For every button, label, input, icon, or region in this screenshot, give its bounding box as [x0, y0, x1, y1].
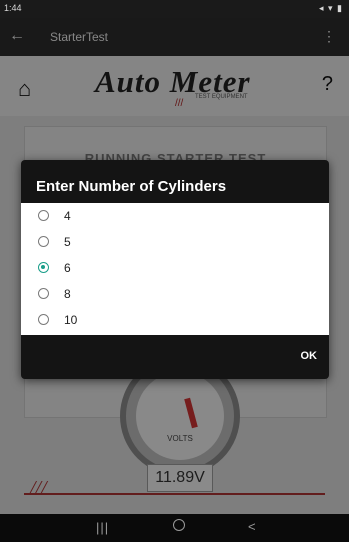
cylinders-dialog: Enter Number of Cylinders 4 5 6 8 10 OK	[21, 160, 329, 379]
status-bar: 1:44 ◂ ▾ ▮	[0, 0, 349, 18]
option-label: 6	[64, 261, 71, 275]
option-label: 8	[64, 287, 71, 301]
back-chevron-icon[interactable]: <	[248, 519, 256, 534]
recent-apps-icon[interactable]: |||	[96, 520, 109, 535]
option-4[interactable]: 4	[21, 203, 329, 229]
ok-button[interactable]: OK	[301, 350, 318, 362]
option-6[interactable]: 6	[21, 255, 329, 281]
dialog-title: Enter Number of Cylinders	[36, 178, 227, 195]
radio-button[interactable]	[38, 314, 49, 325]
cylinder-options: 4 5 6 8 10	[21, 203, 329, 335]
option-label: 4	[64, 209, 71, 223]
option-5[interactable]: 5	[21, 229, 329, 255]
radio-button[interactable]	[38, 288, 49, 299]
option-10[interactable]: 10	[21, 307, 329, 333]
radio-button[interactable]	[38, 210, 49, 221]
option-label: 10	[64, 313, 78, 327]
system-nav-bar: ||| <	[0, 514, 349, 542]
home-circle-icon[interactable]	[173, 519, 185, 531]
status-icons: ◂ ▾ ▮	[319, 3, 343, 13]
option-8[interactable]: 8	[21, 281, 329, 307]
option-label: 5	[64, 235, 71, 249]
radio-button[interactable]	[38, 236, 49, 247]
status-time: 1:44	[4, 3, 22, 13]
radio-button-selected[interactable]	[38, 262, 49, 273]
